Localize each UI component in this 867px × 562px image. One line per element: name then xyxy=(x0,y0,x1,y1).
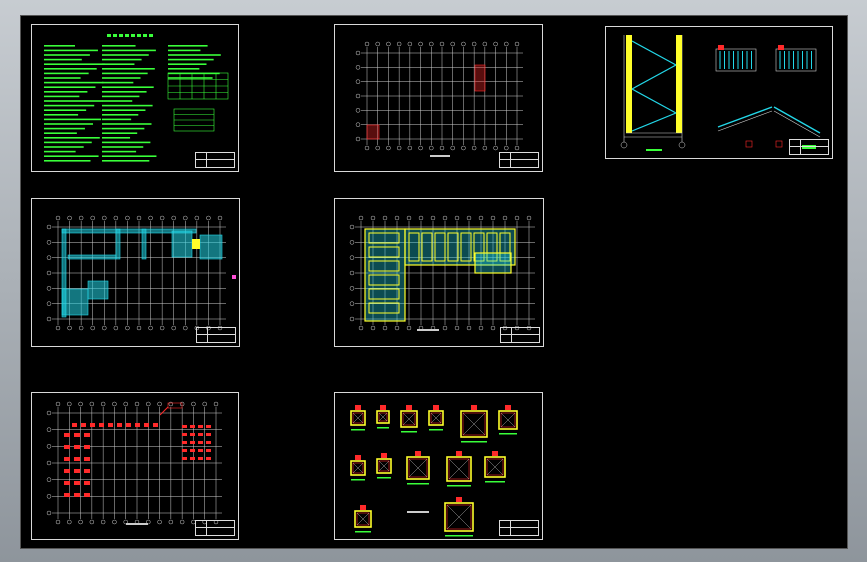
floor-plan-drawing xyxy=(46,215,236,331)
application-window xyxy=(0,0,867,562)
sheet-rebar-plan[interactable] xyxy=(31,392,239,540)
rebar-plan-drawing xyxy=(46,401,222,525)
title-block xyxy=(196,327,236,343)
title-block xyxy=(195,520,235,536)
foundation-grid-drawing xyxy=(355,41,523,157)
drawing-canvas[interactable] xyxy=(20,15,848,549)
sheet-beam-plan[interactable] xyxy=(334,198,544,347)
sheet-stair-detail[interactable] xyxy=(605,26,833,159)
sheet-floor-plan[interactable] xyxy=(31,198,240,347)
title-block xyxy=(789,139,829,155)
sheet-column-sections[interactable] xyxy=(334,392,543,540)
sheet-design-notes[interactable] xyxy=(31,24,239,172)
sheet-foundation-plan[interactable] xyxy=(334,24,543,172)
title-block xyxy=(499,520,539,536)
notes-drawing xyxy=(44,34,229,162)
beam-plan-drawing xyxy=(349,215,535,331)
title-block xyxy=(499,152,539,168)
title-block xyxy=(195,152,235,168)
title-block xyxy=(500,327,540,343)
column-sections-drawing xyxy=(350,405,518,537)
